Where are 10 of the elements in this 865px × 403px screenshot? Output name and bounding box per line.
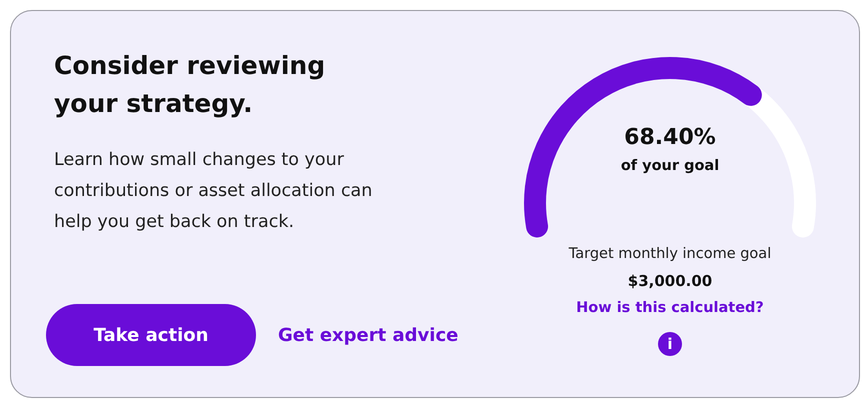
calculation-help-link[interactable]: How is this calculated? bbox=[576, 300, 764, 316]
card-description: Learn how small changes to your contributions or asset allocation can help you get back on track. bbox=[54, 149, 374, 234]
take-action-button[interactable]: Take action bbox=[46, 304, 256, 366]
target-value: $3,000.00 bbox=[628, 272, 712, 290]
expert-advice-link[interactable]: Get expert advice bbox=[278, 324, 458, 346]
goal-caption: of your goal bbox=[620, 158, 720, 174]
card-title: Consider reviewing your strategy. bbox=[54, 50, 326, 120]
goal-percent: 68.40% bbox=[624, 125, 716, 150]
info-icon[interactable]: i bbox=[658, 332, 682, 356]
target-label: Target monthly income goal bbox=[568, 246, 772, 262]
